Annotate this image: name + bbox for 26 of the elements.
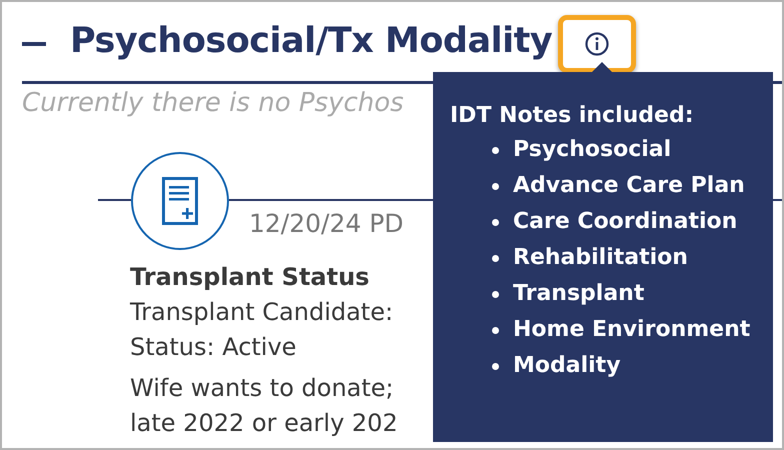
note-heading: Transplant Status [130, 262, 370, 293]
list-item: Psychosocial [513, 136, 672, 164]
bullet-icon [492, 290, 499, 298]
bullet-icon [492, 218, 499, 226]
note-date: 12/20/24 PD [249, 209, 404, 239]
note-line: Status: Active [130, 332, 296, 363]
tooltip-title: IDT Notes included: [450, 102, 694, 130]
info-icon [585, 32, 610, 56]
bullet-icon [492, 146, 499, 154]
note-line: Transplant Candidate: [130, 297, 394, 328]
bullet-icon [492, 182, 499, 190]
collapse-icon[interactable] [22, 42, 46, 46]
info-button[interactable] [558, 14, 636, 72]
bullet-icon [492, 326, 499, 334]
empty-message: Currently there is no Psychos [22, 87, 404, 120]
bullet-icon [492, 254, 499, 262]
bullet-icon [492, 362, 499, 370]
list-item: Modality [513, 352, 621, 380]
list-item: Care Coordination [513, 208, 738, 236]
list-item: Rehabilitation [513, 244, 688, 272]
document-icon [162, 177, 198, 225]
section-title: Psychosocial/Tx Modality [70, 20, 552, 64]
note-paragraph: Wife wants to donate; late 2022 or early 202 [130, 373, 398, 439]
list-item: Home Environment [513, 316, 750, 344]
list-item: Transplant [513, 280, 644, 308]
list-item: Advance Care Plan [513, 172, 745, 200]
